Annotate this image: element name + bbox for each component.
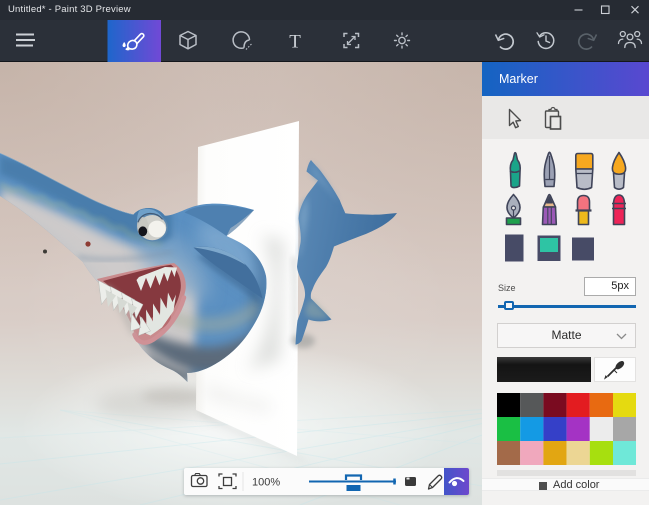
svg-text:100%: 100% [252, 477, 280, 489]
svg-text:T: T [289, 32, 301, 53]
